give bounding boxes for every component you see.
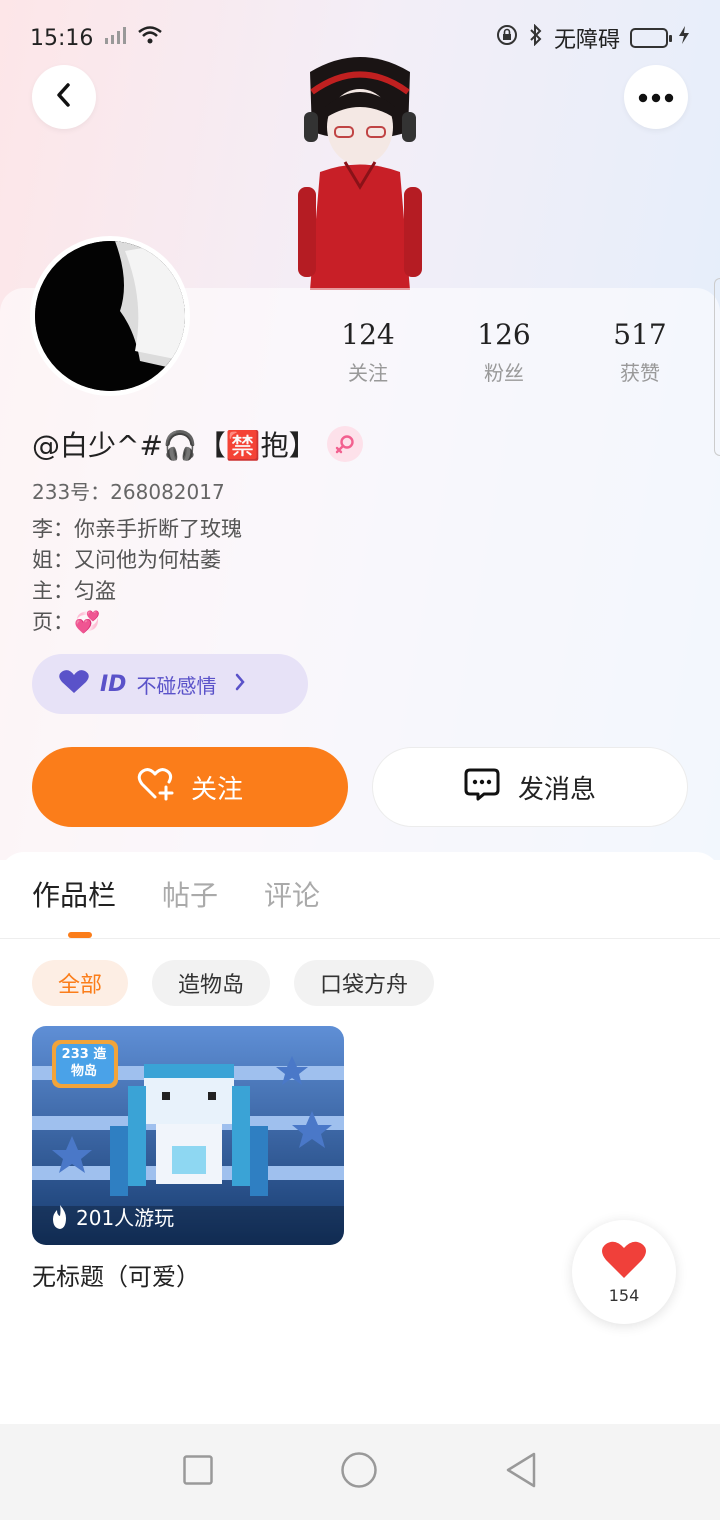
stat-fans[interactable]: 126 粉丝 <box>436 318 572 386</box>
work-title: 无标题（可爱） <box>32 1263 200 1291</box>
id-badge-text: 不碰感情 <box>136 673 217 698</box>
profile-name-row: @白少^#🎧【🈲抱】 <box>32 424 363 464</box>
stat-likes-value: 517 <box>613 318 667 351</box>
female-gender-icon <box>326 426 363 462</box>
bio-line: 主：匀盗 <box>32 579 116 603</box>
follow-button[interactable]: 关注 <box>32 747 348 827</box>
stat-fans-value: 126 <box>477 318 531 351</box>
profile-uid: 233号：268082017 <box>32 480 225 504</box>
stat-likes-label: 获赞 <box>620 361 660 385</box>
status-left: 15:16 <box>30 25 163 51</box>
bio-line: 李：你亲手折断了玫瑰 <box>32 517 242 541</box>
bio-line: 页：💞 <box>32 610 101 634</box>
wifi-icon <box>137 25 163 51</box>
chevron-right-icon <box>234 672 246 696</box>
play-count-text: 201人游玩 <box>76 1206 175 1230</box>
recent-apps-button[interactable] <box>183 1455 214 1489</box>
profile-tabs: 作品栏 帖子 评论 <box>32 874 320 914</box>
heart-icon <box>601 1240 647 1284</box>
like-floating-button[interactable]: 154 <box>572 1220 676 1324</box>
status-time: 15:16 <box>30 25 94 51</box>
heart-badge-icon <box>58 669 90 700</box>
profile-name: @白少^#🎧【🈲抱】 <box>32 429 317 462</box>
filter-pocket-ark[interactable]: 口袋方舟 <box>294 960 435 1006</box>
follow-button-label: 关注 <box>190 774 243 805</box>
flame-icon <box>50 1204 70 1230</box>
home-button[interactable] <box>340 1451 378 1493</box>
send-message-label: 发消息 <box>517 774 596 805</box>
charging-icon <box>678 25 690 51</box>
system-navigation-bar <box>0 1424 720 1520</box>
stat-fans-label: 粉丝 <box>484 361 524 385</box>
like-count: 154 <box>608 1285 640 1305</box>
more-options-button[interactable] <box>624 65 688 129</box>
id-badge-chip[interactable]: ID 不碰感情 <box>32 654 308 714</box>
battery-icon <box>630 28 672 48</box>
avatar[interactable] <box>30 236 190 396</box>
work-badge: 233 造物岛 <box>61 1047 107 1079</box>
chevron-left-icon <box>53 82 75 112</box>
bluetooth-icon <box>528 23 544 52</box>
id-badge-prefix: ID <box>100 671 127 697</box>
play-count: 201人游玩 <box>50 1202 174 1231</box>
character-avatar-image <box>290 52 430 290</box>
stat-following-label: 关注 <box>348 361 388 385</box>
filter-all[interactable]: 全部 <box>32 960 129 1006</box>
tab-comments[interactable]: 评论 <box>264 874 320 914</box>
bio-line: 姐：又问他为何枯萎 <box>32 548 221 572</box>
more-dots-icon <box>638 88 674 107</box>
stat-likes[interactable]: 517 获赞 <box>572 318 708 386</box>
profile-bio: 李：你亲手折断了玫瑰 姐：又问他为何枯萎 主：匀盗 页：💞 <box>32 514 242 638</box>
accessibility-label: 无障碍 <box>553 28 620 53</box>
chat-bubble-icon <box>464 767 500 808</box>
tab-divider <box>0 938 720 939</box>
works-section: 作品栏 帖子 评论 全部 造物岛 口袋方舟 233 造物岛 201人游玩 无标题… <box>0 852 720 1424</box>
send-message-button[interactable]: 发消息 <box>372 747 688 827</box>
filter-creation-island[interactable]: 造物岛 <box>152 960 271 1006</box>
stat-following-value: 124 <box>341 318 395 351</box>
back-button[interactable] <box>32 65 96 129</box>
status-right: 无障碍 <box>496 22 690 54</box>
work-card[interactable]: 233 造物岛 201人游玩 无标题（可爱） <box>32 1026 344 1292</box>
avatar-image <box>35 241 185 391</box>
category-filters: 全部 造物岛 口袋方舟 <box>32 960 435 1006</box>
back-nav-button[interactable] <box>505 1452 537 1492</box>
heart-plus-icon <box>137 767 175 808</box>
rotation-lock-icon <box>496 24 518 52</box>
signal-icon <box>103 25 127 51</box>
tab-works[interactable]: 作品栏 <box>32 874 116 914</box>
stat-following[interactable]: 124 关注 <box>300 318 436 386</box>
tab-posts[interactable]: 帖子 <box>162 874 218 914</box>
profile-stats: 124 关注 126 粉丝 517 获赞 <box>300 318 720 386</box>
work-thumbnail: 233 造物岛 201人游玩 <box>32 1026 344 1245</box>
